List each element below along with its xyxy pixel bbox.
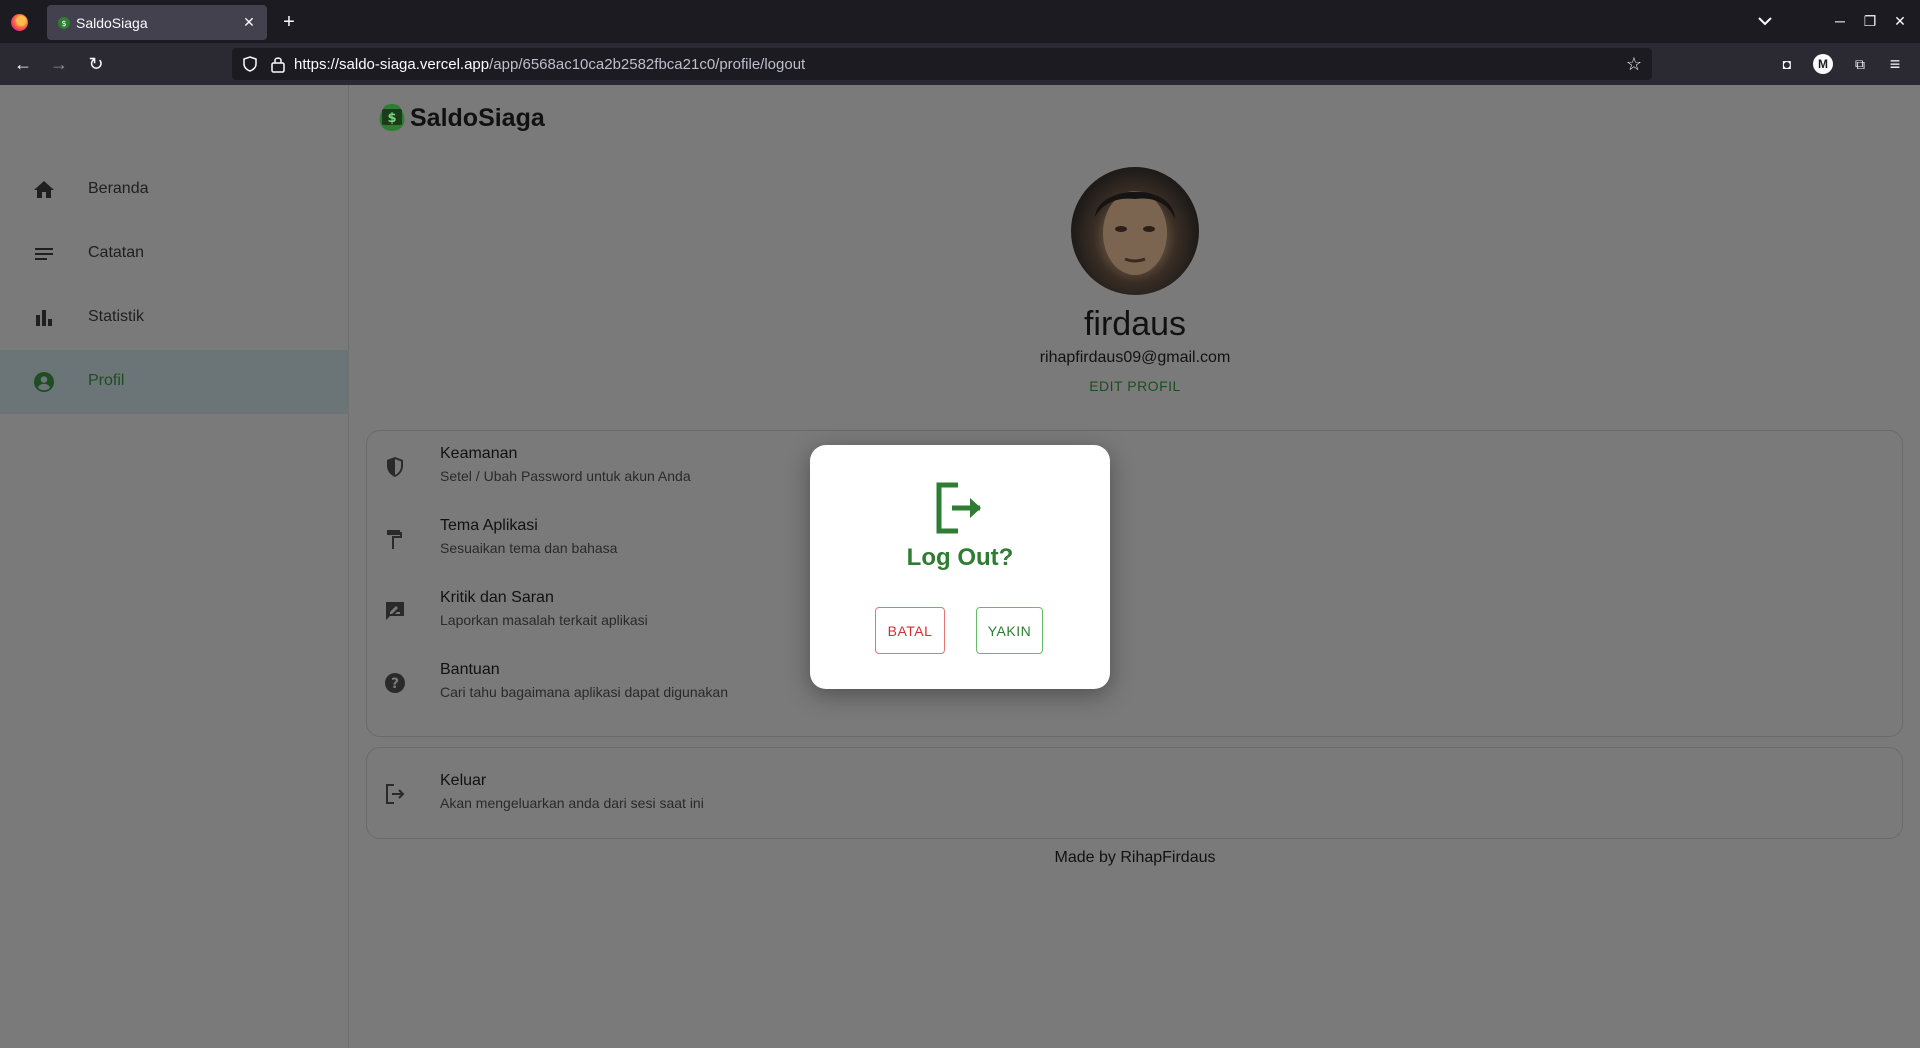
pocket-icon[interactable]: ◘ bbox=[1776, 53, 1798, 75]
browser-nav-bar: ← → ↻ https://saldo-siaga.vercel.app/app… bbox=[0, 43, 1920, 85]
home-icon bbox=[34, 181, 54, 198]
close-window-icon[interactable]: ✕ bbox=[1889, 10, 1911, 32]
paint-roller-icon bbox=[387, 530, 402, 549]
settings-item-title: Bantuan bbox=[440, 661, 500, 678]
sidebar-item-label: Beranda bbox=[88, 180, 149, 197]
footer-credit: Made by RihapFirdaus bbox=[1054, 849, 1216, 866]
bookmark-star-icon[interactable]: ☆ bbox=[1624, 54, 1644, 74]
settings-item-keluar[interactable]: Keluar Akan mengeluarkan anda dari sesi … bbox=[367, 758, 1902, 830]
settings-item-title: Keamanan bbox=[440, 445, 518, 462]
logout-icon bbox=[386, 784, 405, 804]
saldosiaga-favicon-icon: $ bbox=[58, 17, 70, 29]
settings-item-kritik-saran[interactable]: Kritik dan Saran Laporkan masalah terkai… bbox=[367, 575, 1902, 647]
url-text[interactable]: https://saldo-siaga.vercel.app/app/6568a… bbox=[294, 56, 805, 73]
logout-card: Keluar Akan mengeluarkan anda dari sesi … bbox=[366, 747, 1903, 839]
settings-item-subtitle: Laporkan masalah terkait aplikasi bbox=[440, 612, 648, 628]
cancel-button[interactable]: BATAL bbox=[875, 607, 945, 654]
settings-card: Keamanan Setel / Ubah Password untuk aku… bbox=[366, 430, 1903, 737]
edit-profile-button[interactable]: EDIT PROFIL bbox=[1085, 378, 1185, 394]
settings-item-subtitle: Sesuaikan tema dan bahasa bbox=[440, 540, 618, 556]
settings-item-keamanan[interactable]: Keamanan Setel / Ubah Password untuk aku… bbox=[367, 431, 1902, 503]
account-avatar-icon[interactable]: M bbox=[1813, 54, 1833, 74]
account-circle-icon bbox=[34, 372, 54, 392]
back-icon[interactable]: ← bbox=[11, 52, 35, 76]
settings-item-title: Tema Aplikasi bbox=[440, 517, 538, 534]
settings-item-title: Keluar bbox=[440, 772, 487, 789]
browser-tab-bar: $ SaldoSiaga ✕ + ─ ❐ ✕ bbox=[0, 0, 1920, 43]
extensions-icon[interactable]: ⧉ bbox=[1849, 53, 1871, 75]
sidebar-item-catatan[interactable]: Catatan bbox=[0, 222, 349, 286]
brand-name: SaldoSiaga bbox=[410, 104, 545, 132]
tracking-shield-icon[interactable] bbox=[242, 56, 258, 72]
logout-dialog: Log Out? BATAL YAKIN bbox=[810, 445, 1110, 689]
minimize-window-icon[interactable]: ─ bbox=[1829, 10, 1851, 32]
svg-text:$: $ bbox=[61, 19, 66, 28]
settings-item-subtitle: Setel / Ubah Password untuk akun Anda bbox=[440, 468, 691, 484]
svg-text:?: ? bbox=[391, 676, 399, 692]
close-tab-icon[interactable]: ✕ bbox=[239, 12, 259, 32]
browser-tab[interactable]: $ SaldoSiaga ✕ bbox=[47, 5, 267, 40]
settings-item-subtitle: Akan mengeluarkan anda dari sesi saat in… bbox=[440, 795, 704, 811]
profile-email: rihapfirdaus09@gmail.com bbox=[1039, 349, 1231, 366]
tab-list-chevron-down-icon[interactable] bbox=[1756, 12, 1774, 30]
firefox-menu-icon[interactable] bbox=[11, 14, 28, 31]
svg-text:$: $ bbox=[387, 111, 396, 126]
sidebar-item-statistik[interactable]: Statistik bbox=[0, 286, 349, 350]
main-content: $ SaldoSiaga firdaus rihapfirdaus09@gmai… bbox=[350, 85, 1920, 1048]
sidebar-item-label: Statistik bbox=[88, 308, 145, 325]
shield-icon bbox=[387, 457, 403, 477]
avatar bbox=[1071, 167, 1199, 295]
wallet-logo-icon: $ bbox=[379, 104, 405, 131]
new-tab-icon[interactable]: + bbox=[278, 11, 300, 33]
sidebar-item-label: Profil bbox=[88, 372, 125, 389]
dialog-title: Log Out? bbox=[906, 544, 1014, 571]
forward-icon[interactable]: → bbox=[47, 52, 71, 76]
profile-name: firdaus bbox=[1083, 305, 1187, 343]
sidebar: Beranda Catatan Statistik Profil bbox=[0, 85, 349, 1048]
sidebar-item-profil[interactable]: Profil bbox=[0, 350, 349, 414]
settings-item-title: Kritik dan Saran bbox=[440, 589, 554, 606]
restore-window-icon[interactable]: ❐ bbox=[1859, 10, 1881, 32]
help-icon: ? bbox=[385, 673, 405, 693]
lock-icon[interactable] bbox=[270, 55, 286, 73]
sidebar-item-beranda[interactable]: Beranda bbox=[0, 158, 349, 222]
settings-item-bantuan[interactable]: ? Bantuan Cari tahu bagaimana aplikasi d… bbox=[367, 647, 1902, 719]
confirm-logout-button[interactable]: YAKIN bbox=[976, 607, 1043, 654]
settings-item-tema[interactable]: Tema Aplikasi Sesuaikan tema dan bahasa bbox=[367, 503, 1902, 575]
avatar-photo bbox=[1095, 191, 1175, 275]
feedback-icon bbox=[386, 602, 404, 620]
settings-item-subtitle: Cari tahu bagaimana aplikasi dapat digun… bbox=[440, 684, 728, 700]
hamburger-menu-icon[interactable]: ≡ bbox=[1884, 53, 1906, 75]
reload-icon[interactable]: ↻ bbox=[84, 52, 108, 76]
bar-chart-icon bbox=[36, 310, 52, 326]
url-bar[interactable]: https://saldo-siaga.vercel.app/app/6568a… bbox=[232, 48, 1652, 80]
logout-icon bbox=[936, 482, 981, 534]
tab-title: SaldoSiaga bbox=[76, 15, 148, 31]
notes-icon bbox=[35, 248, 53, 260]
sidebar-item-label: Catatan bbox=[88, 244, 145, 261]
